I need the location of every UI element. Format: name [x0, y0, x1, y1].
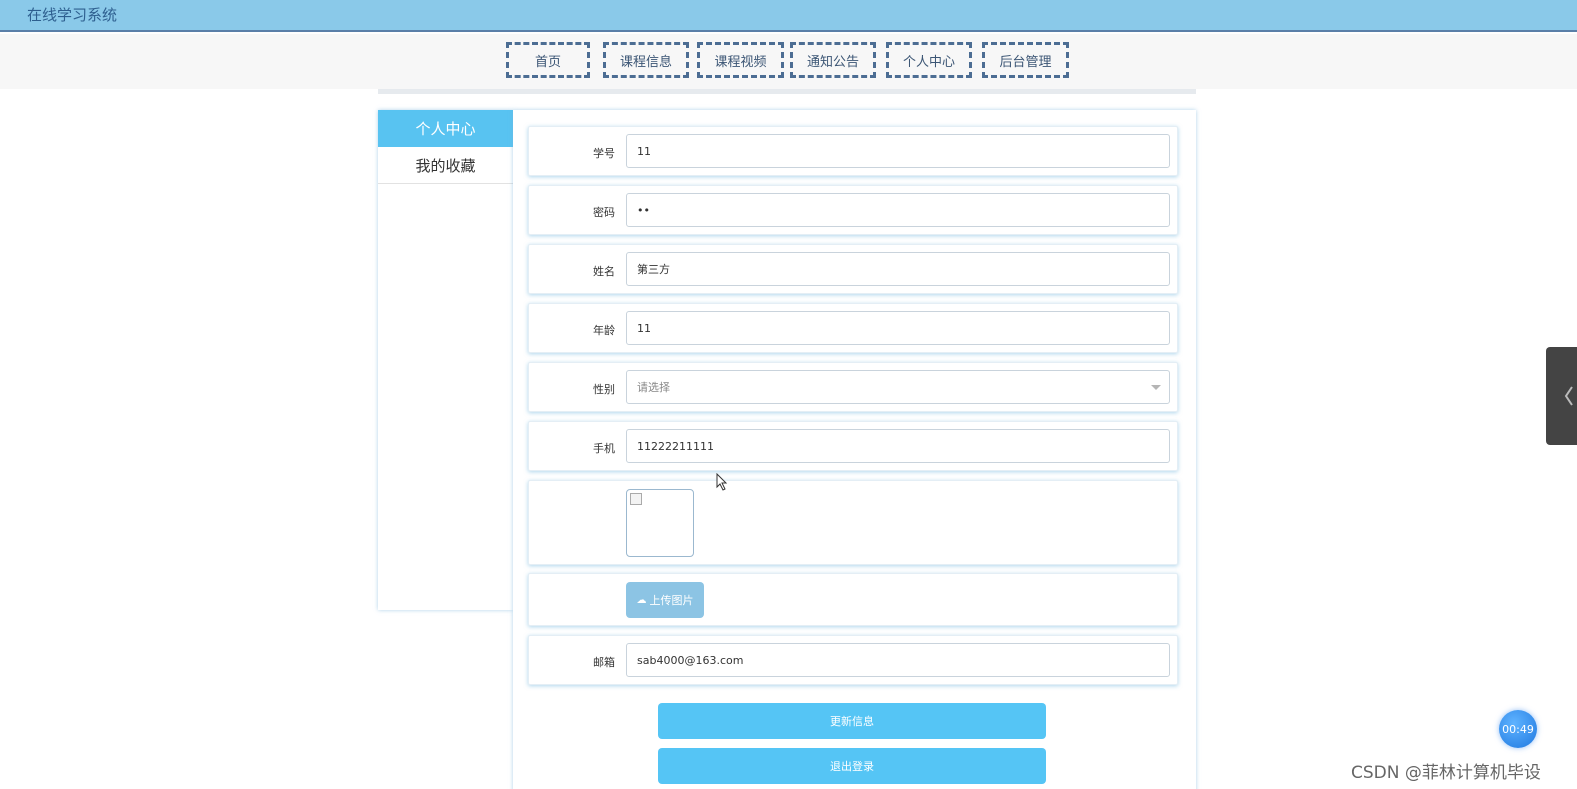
side-panel-toggle[interactable] — [1546, 347, 1577, 445]
site-title: 在线学习系统 — [27, 6, 118, 24]
upload-image-button[interactable]: ☁ 上传图片 — [626, 582, 704, 618]
mouse-cursor-icon — [716, 473, 728, 491]
field-row-avatar — [528, 480, 1178, 565]
age-input[interactable] — [626, 311, 1170, 345]
student-id-label: 学号 — [593, 147, 615, 160]
nav-personal-center[interactable]: 个人中心 — [886, 42, 972, 78]
profile-form-panel: 学号 密码 姓名 年龄 性别 请选择 手机 ☁ 上传图片 邮箱 — [513, 110, 1196, 789]
gender-placeholder: 请选择 — [637, 381, 670, 394]
chevron-down-icon — [1151, 385, 1161, 390]
nav-notice[interactable]: 通知公告 — [790, 42, 876, 78]
divider — [378, 89, 1196, 94]
top-header-bar: 在线学习系统 — [0, 0, 1577, 32]
field-row-upload: ☁ 上传图片 — [528, 573, 1178, 626]
field-row-age: 年龄 — [528, 303, 1178, 353]
email-label: 邮箱 — [593, 656, 615, 669]
avatar-image — [626, 489, 694, 557]
age-label: 年龄 — [593, 324, 615, 337]
update-info-button[interactable]: 更新信息 — [658, 703, 1046, 739]
name-input[interactable] — [626, 252, 1170, 286]
password-input[interactable] — [626, 193, 1170, 227]
logout-button[interactable]: 退出登录 — [658, 748, 1046, 784]
student-id-input[interactable] — [626, 134, 1170, 168]
gender-select[interactable]: 请选择 — [626, 370, 1170, 404]
sidebar-item-favorites[interactable]: 我的收藏 — [378, 147, 513, 184]
upload-button-label: 上传图片 — [649, 594, 694, 607]
nav-course-info[interactable]: 课程信息 — [603, 42, 689, 78]
recording-timer[interactable]: 00:49 — [1499, 710, 1537, 748]
field-row-gender: 性别 请选择 — [528, 362, 1178, 412]
nav-course-video[interactable]: 课程视频 — [697, 42, 784, 78]
phone-input[interactable] — [626, 429, 1170, 463]
cloud-upload-icon: ☁ — [636, 594, 647, 606]
sidebar: 个人中心 我的收藏 — [378, 110, 513, 610]
password-label: 密码 — [593, 206, 615, 219]
field-row-email: 邮箱 — [528, 635, 1178, 685]
sidebar-item-personal-center[interactable]: 个人中心 — [378, 110, 513, 147]
email-input[interactable] — [626, 643, 1170, 677]
nav-admin[interactable]: 后台管理 — [982, 42, 1069, 78]
broken-image-icon — [630, 493, 642, 505]
field-row-name: 姓名 — [528, 244, 1178, 294]
phone-label: 手机 — [593, 442, 615, 455]
nav-home[interactable]: 首页 — [506, 42, 590, 78]
name-label: 姓名 — [593, 265, 615, 278]
field-row-password: 密码 — [528, 185, 1178, 235]
chevron-left-icon — [1564, 386, 1573, 406]
watermark: CSDN @菲林计算机毕设 — [1351, 763, 1541, 783]
field-row-student-id: 学号 — [528, 126, 1178, 176]
gender-label: 性别 — [593, 383, 615, 396]
field-row-phone: 手机 — [528, 421, 1178, 471]
main-nav: 首页 课程信息 课程视频 通知公告 个人中心 后台管理 — [0, 34, 1577, 89]
